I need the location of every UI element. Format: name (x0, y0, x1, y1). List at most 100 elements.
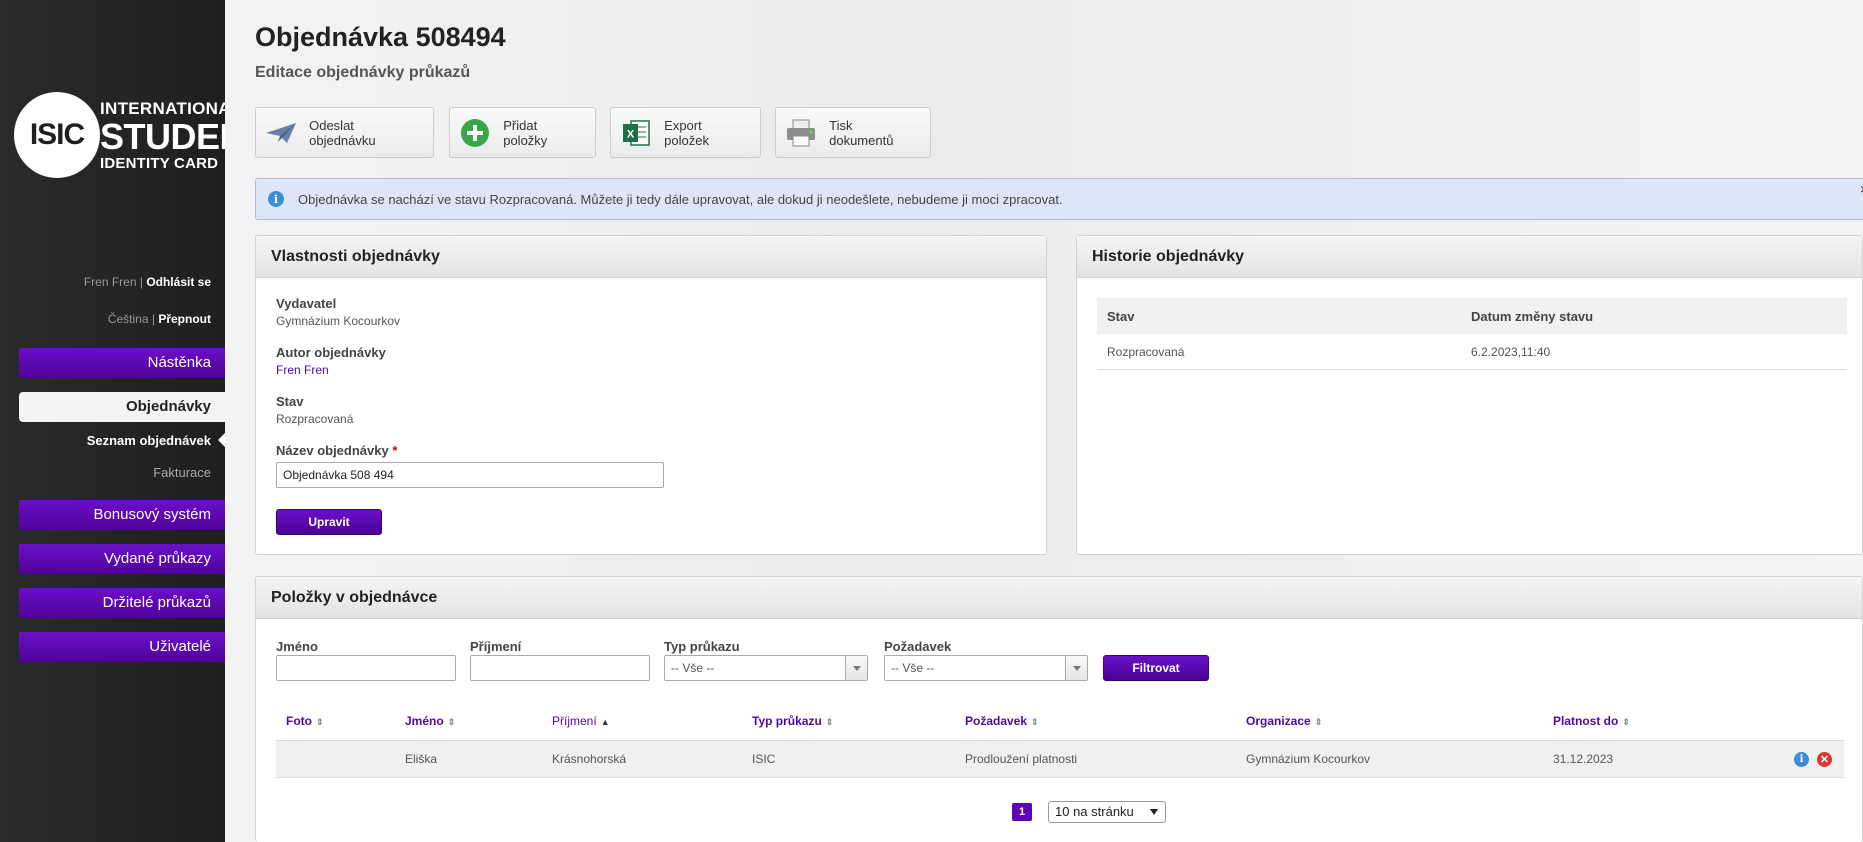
sort-icon: ⇕ (447, 717, 456, 727)
author-link[interactable]: Fren Fren (276, 363, 329, 377)
column-header-photo[interactable]: Foto ⇕ (276, 714, 395, 728)
svg-text:X: X (626, 128, 634, 140)
pagination: 1 10 na stránku (1012, 801, 1166, 823)
info-alert: i Objednávka se nachází ve stavu Rozprac… (255, 178, 1863, 220)
column-header-card-type[interactable]: Typ průkazu ⇕ (742, 714, 955, 728)
first-name-filter-input[interactable] (276, 655, 456, 681)
card-type-filter-label: Typ průkazu (664, 639, 740, 654)
active-indicator-arrow (218, 433, 225, 447)
issuer-value: Gymnázium Kocourkov (276, 314, 401, 328)
order-name-label-text: Název objednávky (276, 443, 389, 458)
language-info: Čeština | Přepnout (108, 312, 211, 326)
nav-item-orders[interactable]: Objednávky (19, 392, 225, 422)
request-selected: -- Vše -- (891, 661, 935, 675)
separator: | (139, 275, 143, 289)
excel-icon: X (619, 116, 652, 150)
last-name-filter-input[interactable] (470, 655, 650, 681)
request-filter-select[interactable]: -- Vše -- (884, 655, 1088, 681)
send-order-label: Odeslat objednávku (309, 117, 376, 148)
card-type-filter-select[interactable]: -- Vše -- (664, 655, 868, 681)
subnav-order-list[interactable]: Seznam objednávek (87, 433, 211, 448)
table-row: Rozpracovaná 6.2.2023,11:40 (1097, 334, 1847, 370)
history-date: 6.2.2023,11:40 (1471, 344, 1551, 359)
order-items-panel: Položky v objednávce Jméno Příjmení Typ … (255, 576, 1863, 842)
page-number-current[interactable]: 1 (1012, 803, 1032, 821)
info-icon: i (268, 191, 284, 207)
nav-item-card-holders[interactable]: Držitelé průkazů (19, 588, 225, 618)
column-header-last-name[interactable]: Příjmení ▲ (542, 714, 742, 728)
separator: | (151, 312, 155, 326)
column-header-label: Platnost do (1553, 714, 1619, 728)
column-header-organization[interactable]: Organizace ⇕ (1236, 714, 1543, 728)
panel-title: Vlastnosti objednávky (256, 236, 1046, 278)
chevron-down-icon (845, 656, 867, 680)
add-items-button[interactable]: Přidat položky (449, 107, 596, 158)
sort-icon: ⇕ (1314, 717, 1323, 727)
issuer-label: Vydavatel (276, 296, 337, 311)
sidebar: ISIC INTERNATIONAL STUDENT IDENTITY CARD… (0, 0, 267, 842)
column-header-label: Příjmení (552, 714, 597, 728)
subnav-invoicing[interactable]: Fakturace (153, 465, 211, 480)
current-language: Čeština (107, 312, 149, 326)
filter-button[interactable]: Filtrovat (1103, 655, 1209, 681)
logo-circle: ISIC (14, 92, 100, 178)
column-header-request[interactable]: Požadavek ⇕ (955, 714, 1236, 728)
nav-item-users[interactable]: Uživatelé (19, 632, 225, 662)
first-name-filter-label: Jméno (276, 639, 318, 654)
sort-asc-icon: ▲ (600, 717, 610, 727)
cell-first-name: Eliška (405, 752, 438, 766)
row-actions: i ✕ (1794, 751, 1832, 767)
items-table: Foto ⇕ Jméno ⇕ Příjmení ▲ Typ průkazu ⇕ Poža… (276, 702, 1844, 778)
isic-logo[interactable]: ISIC INTERNATIONAL STUDENT IDENTITY CARD (14, 92, 267, 178)
table-header: Stav Datum změny stavu (1097, 298, 1847, 334)
author-label: Autor objednávky (276, 345, 386, 360)
column-header-date: Datum změny stavu (1471, 308, 1594, 324)
order-name-input[interactable] (276, 462, 664, 488)
column-header-valid-until[interactable]: Platnost do ⇕ (1543, 714, 1773, 728)
order-history-panel: Historie objednávky Stav Datum změny sta… (1076, 235, 1863, 555)
column-header-label: Typ průkazu (752, 714, 822, 728)
page-subtitle: Editace objednávky průkazů (255, 64, 471, 81)
order-properties-panel: Vlastnosti objednávky Vydavatel Gymnáziu… (255, 235, 1047, 555)
update-button[interactable]: Upravit (276, 509, 382, 535)
order-name-label: Název objednávky * (276, 443, 397, 458)
column-header-first-name[interactable]: Jméno ⇕ (395, 714, 542, 728)
request-filter-label: Požadavek (884, 639, 952, 654)
required-mark: * (392, 443, 398, 458)
column-header-status: Stav (1107, 308, 1135, 324)
cell-last-name: Krásnohorská (552, 752, 627, 766)
last-name-filter-label: Příjmení (470, 639, 522, 654)
info-icon[interactable]: i (1794, 751, 1809, 767)
cell-valid-until: 31.12.2023 (1553, 752, 1614, 766)
export-items-label: Export položek (664, 117, 709, 148)
column-header-label: Jméno (405, 714, 444, 728)
plus-circle-icon (458, 116, 491, 150)
table-header: Foto ⇕ Jméno ⇕ Příjmení ▲ Typ průkazu ⇕ Poža… (276, 702, 1844, 740)
switch-language-link[interactable]: Přepnout (158, 312, 211, 326)
status-value: Rozpracovaná (276, 412, 354, 426)
per-page-select[interactable]: 10 na stránku (1048, 801, 1166, 823)
logout-link[interactable]: Odhlásit se (146, 275, 211, 289)
logo-line1: INTERNATIONAL (100, 99, 242, 118)
nav-item-bonus[interactable]: Bonusový systém (19, 500, 225, 530)
main-content: Objednávka 508494 Editace objednávky prů… (225, 0, 1863, 842)
nav-item-issued-cards[interactable]: Vydané průkazy (19, 544, 225, 574)
user-name: Fren Fren (83, 275, 137, 289)
chevron-down-icon (1065, 656, 1087, 680)
cell-request: Prodloužení platnosti (965, 752, 1078, 766)
nav-item-dashboard[interactable]: Nástěnka (19, 348, 225, 378)
cell-organization: Gymnázium Kocourkov (1246, 752, 1371, 766)
sort-icon: ⇕ (1622, 717, 1630, 727)
history-status: Rozpracovaná (1107, 344, 1185, 359)
user-info: Fren Fren | Odhlásit se (84, 275, 211, 289)
history-table: Stav Datum změny stavu Rozpracovaná 6.2.… (1097, 298, 1847, 370)
sort-icon: ⇕ (316, 717, 324, 727)
send-order-button[interactable]: Odeslat objednávku (255, 107, 434, 158)
card-type-selected: -- Vše -- (671, 661, 715, 675)
sort-icon: ⇕ (1031, 717, 1039, 727)
print-documents-button[interactable]: Tisk dokumentů (775, 107, 931, 158)
table-row: Eliška Krásnohorská ISIC Prodloužení pla… (276, 740, 1844, 778)
delete-icon[interactable]: ✕ (1817, 751, 1832, 767)
export-items-button[interactable]: X Export položek (610, 107, 761, 158)
status-label: Stav (276, 394, 304, 409)
